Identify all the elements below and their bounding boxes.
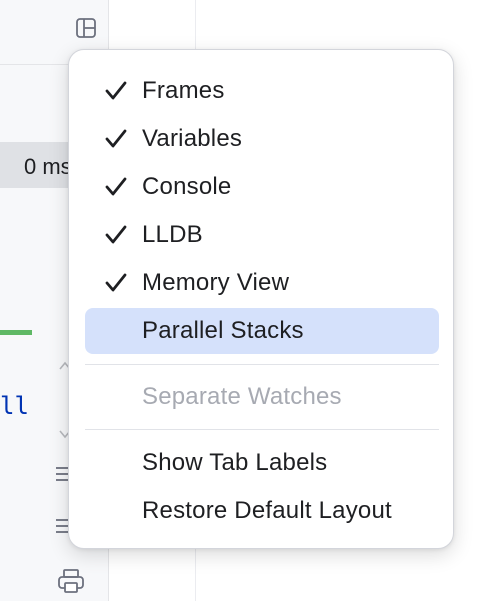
menu-item-label: LLDB: [142, 221, 203, 248]
menu-item-show-tab-labels[interactable]: Show Tab Labels: [85, 440, 439, 486]
menu-item-frames[interactable]: Frames: [85, 68, 439, 114]
check-icon: [105, 129, 127, 148]
check-icon: [105, 225, 127, 244]
menu-item-separate-watches: Separate Watches: [85, 374, 439, 420]
menu-item-lldb[interactable]: LLDB: [85, 212, 439, 258]
menu-item-label: Variables: [142, 125, 243, 152]
code-fragment: ll: [0, 392, 29, 420]
menu-item-variables[interactable]: Variables: [85, 116, 439, 162]
layout-icon-glyph: [76, 18, 96, 38]
progress-indicator: [0, 330, 32, 335]
menu-item-restore-default-layout[interactable]: Restore Default Layout: [85, 488, 439, 534]
check-icon: [105, 273, 127, 292]
menu-item-parallel-stacks[interactable]: Parallel Stacks: [85, 308, 439, 354]
menu-item-label: Memory View: [142, 269, 290, 296]
check-icon: [105, 177, 127, 196]
menu-item-console[interactable]: Console: [85, 164, 439, 210]
menu-item-label: Show Tab Labels: [142, 449, 328, 476]
check-icon: [105, 81, 127, 100]
print-icon-glyph: [58, 569, 84, 593]
time-pill-text: 0 ms: [24, 154, 72, 179]
menu-separator: [85, 429, 439, 430]
menu-item-label: Separate Watches: [142, 383, 342, 410]
menu-item-memory-view[interactable]: Memory View: [85, 260, 439, 306]
menu-item-label: Console: [142, 173, 232, 200]
print-icon[interactable]: [56, 566, 86, 596]
menu-item-label: Parallel Stacks: [142, 317, 304, 344]
layout-icon[interactable]: [73, 15, 99, 41]
menu-item-label: Frames: [142, 77, 225, 104]
layout-popup-menu: Frames Variables Console LLDB Memory Vie…: [68, 49, 454, 549]
menu-item-label: Restore Default Layout: [142, 497, 392, 524]
menu-separator: [85, 364, 439, 365]
